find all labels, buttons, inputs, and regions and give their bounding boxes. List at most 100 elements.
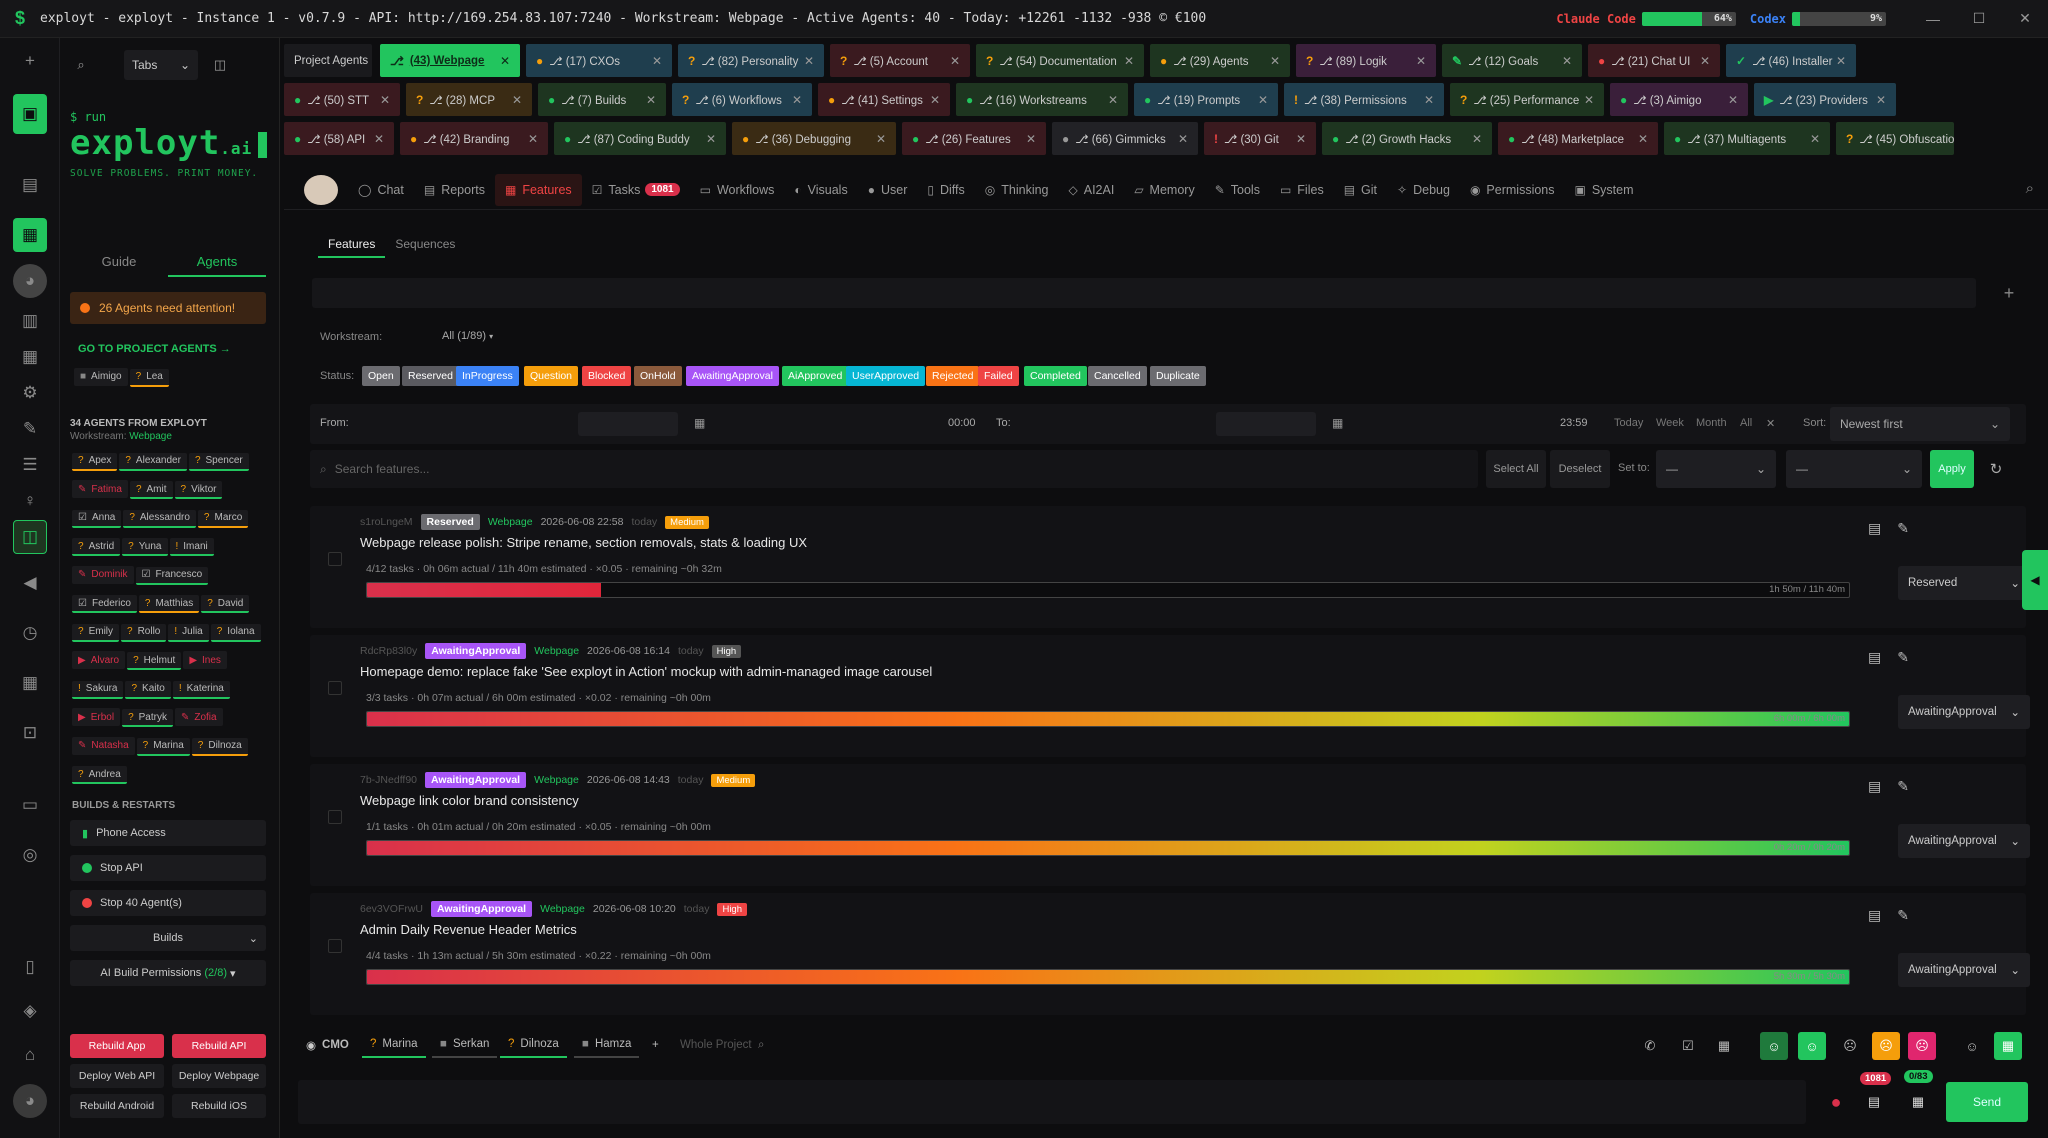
agent-chip[interactable]: ▶ Erbol <box>72 708 121 726</box>
close-tab-icon[interactable]: ✕ <box>950 54 960 68</box>
search-icon[interactable]: ⌕ <box>750 1032 772 1058</box>
project-agent-chip[interactable]: ■ Aimigo <box>74 367 128 386</box>
agent-chip[interactable]: ? David <box>201 595 250 613</box>
rebuild-api-button[interactable]: Rebuild API <box>172 1034 266 1058</box>
emoji-icon[interactable]: ☺ <box>1958 1032 1986 1060</box>
status-pill[interactable]: AwaitingApproval <box>686 366 779 386</box>
project-tab[interactable]: ● ⎇ (29) Agents ✕ <box>1150 44 1290 77</box>
agent-chip[interactable]: ? Kaito <box>125 680 171 699</box>
agent-chip[interactable]: ? Astrid <box>72 538 121 556</box>
nav-debug[interactable]: ✧ Debug <box>1387 174 1460 206</box>
close-tab-icon[interactable]: ✕ <box>1258 93 1268 107</box>
project-tab[interactable]: ● ⎇ (26) Features ✕ <box>902 122 1046 155</box>
close-tab-icon[interactable]: ✕ <box>1416 54 1426 68</box>
save-icon[interactable]: ▦ <box>1710 1032 1738 1060</box>
feature-card[interactable]: s1roLngeM Reserved Webpage 2026-06-08 22… <box>310 506 2030 628</box>
close-tab-icon[interactable]: ✕ <box>646 93 656 107</box>
feature-title[interactable]: Admin Daily Revenue Header Metrics <box>360 922 577 937</box>
status-pill[interactable]: Completed <box>1024 366 1087 386</box>
close-tab-icon[interactable]: ✕ <box>804 54 814 68</box>
agent-chip[interactable]: ? Matthias <box>138 595 200 613</box>
agent-chip[interactable]: ? Patryk <box>122 709 173 727</box>
feed-icon[interactable]: ◈ <box>13 994 47 1028</box>
close-tab-icon[interactable]: ✕ <box>1584 93 1594 107</box>
attention-alert[interactable]: 26 Agents need attention! <box>70 292 266 324</box>
nav-user[interactable]: ● User <box>858 174 918 206</box>
feature-status-select[interactable]: AwaitingApproval ⌄ <box>1898 695 2030 729</box>
nav-files[interactable]: ▭ Files <box>1270 174 1334 206</box>
megaphone-icon[interactable]: ◀ <box>13 566 47 600</box>
deselect-button[interactable]: Deselect <box>1550 450 1610 488</box>
phone-icon[interactable]: ✆ <box>1636 1032 1664 1060</box>
range-month[interactable]: Month <box>1696 417 1727 429</box>
agent-tab[interactable]: ? Dilnoza <box>500 1032 567 1058</box>
agent-chip[interactable]: ? Emily <box>72 623 120 642</box>
close-tab-icon[interactable]: ✕ <box>1876 93 1886 107</box>
edit-icon[interactable]: ✎ <box>1897 649 1909 665</box>
close-tab-icon[interactable]: ✕ <box>1270 54 1280 68</box>
project-tab[interactable]: ✓ ⎇ (46) Installer ✕ <box>1726 44 1856 77</box>
side-panel-toggle[interactable]: ◀ <box>2022 550 2048 610</box>
agent-chip[interactable]: ? Andrea <box>72 766 127 784</box>
clipboard-icon[interactable]: ▤ <box>13 168 47 202</box>
status-pill[interactable]: OnHold <box>634 366 682 386</box>
project-tab[interactable]: ▶ ⎇ (23) Providers ✕ <box>1754 83 1896 116</box>
notes-icon[interactable]: ▤ <box>1868 649 1881 665</box>
close-tab-icon[interactable]: ✕ <box>1700 54 1710 68</box>
agent-tab[interactable]: ? Marina <box>362 1032 426 1058</box>
avatar[interactable]: ◕ <box>13 264 47 298</box>
agent-chip[interactable]: ✎ Fatima <box>72 480 128 498</box>
lock-icon[interactable]: ⊡ <box>13 716 47 750</box>
project-tab[interactable]: ? ⎇ (5) Account ✕ <box>830 44 970 77</box>
nav-permissions[interactable]: ◉ Permissions <box>1460 174 1565 206</box>
range-week[interactable]: Week <box>1656 417 1684 429</box>
sort-select[interactable]: Newest first ⌄ <box>1830 407 2010 441</box>
agent-chip[interactable]: ▶ Ines <box>183 651 227 669</box>
feature-title[interactable]: Homepage demo: replace fake 'See exployt… <box>360 664 932 679</box>
nav-reports[interactable]: ▤ Reports <box>414 174 495 206</box>
agent-chip[interactable]: ? Amit <box>129 481 173 499</box>
maximize-button[interactable]: ☐ <box>1956 10 2002 27</box>
stop-api-button[interactable]: Stop API <box>70 855 266 881</box>
calendar-icon[interactable]: ▦ <box>694 416 705 430</box>
status-pill[interactable]: Rejected <box>926 366 980 386</box>
globe-icon[interactable]: ◎ <box>13 838 47 872</box>
from-time[interactable]: 00:00 <box>948 417 976 429</box>
project-tab[interactable]: ● ⎇ (7) Builds ✕ <box>538 83 666 116</box>
close-tab-icon[interactable]: ✕ <box>374 132 384 146</box>
agent-chip[interactable]: ☑ Francesco <box>135 566 209 585</box>
agent-chip[interactable]: ✎ Natasha <box>72 736 135 755</box>
agent-chip[interactable]: ! Sakura <box>72 680 124 699</box>
nav-git[interactable]: ▤ Git <box>1334 174 1387 206</box>
feature-status-select[interactable]: AwaitingApproval ⌄ <box>1898 824 2030 858</box>
close-tab-icon[interactable]: ✕ <box>652 54 662 68</box>
project-agents-tab[interactable]: Project Agents <box>284 44 372 77</box>
agent-tab[interactable]: ■ Serkan <box>432 1032 498 1058</box>
project-tab[interactable]: ● ⎇ (17) CXOs ✕ <box>526 44 672 77</box>
notes-icon[interactable]: ▤ <box>1868 907 1881 923</box>
close-tab-icon[interactable]: ✕ <box>1026 132 1036 146</box>
feature-checkbox[interactable] <box>328 810 342 824</box>
status-pill[interactable]: Failed <box>978 366 1019 386</box>
to-date-input[interactable] <box>1216 412 1316 436</box>
rebuild-app-button[interactable]: Rebuild App <box>70 1034 164 1058</box>
user-avatar[interactable]: ◕ <box>13 1084 47 1118</box>
close-tab-icon[interactable]: ✕ <box>930 93 940 107</box>
emoji-smile-icon[interactable]: ☺ <box>1798 1032 1826 1060</box>
close-tab-icon[interactable]: ✕ <box>792 93 802 107</box>
whole-project-tab[interactable]: Whole Project <box>672 1032 760 1058</box>
edit-icon[interactable]: ✎ <box>1897 778 1909 794</box>
close-tab-icon[interactable]: ✕ <box>500 54 510 68</box>
agent-chip[interactable]: ? Apex <box>72 452 118 471</box>
agent-tab[interactable]: ■ Hamza <box>574 1032 640 1058</box>
tab-sequences[interactable]: Sequences <box>385 232 465 258</box>
tab-features[interactable]: Features <box>318 232 386 258</box>
close-tab-icon[interactable]: ✕ <box>1178 132 1188 146</box>
feature-checkbox[interactable] <box>328 939 342 953</box>
nav-ai2ai[interactable]: ◇ AI2AI <box>1059 174 1125 206</box>
agent-chip[interactable]: ▶ Alvaro <box>72 651 126 669</box>
nav-features[interactable]: ▦ Features <box>494 173 582 206</box>
run-icon[interactable]: ▣ <box>13 94 47 134</box>
go-to-project-agents-link[interactable]: GO TO PROJECT AGENTS → <box>78 343 231 355</box>
agent-tab[interactable]: ◉ CMO <box>298 1032 357 1058</box>
